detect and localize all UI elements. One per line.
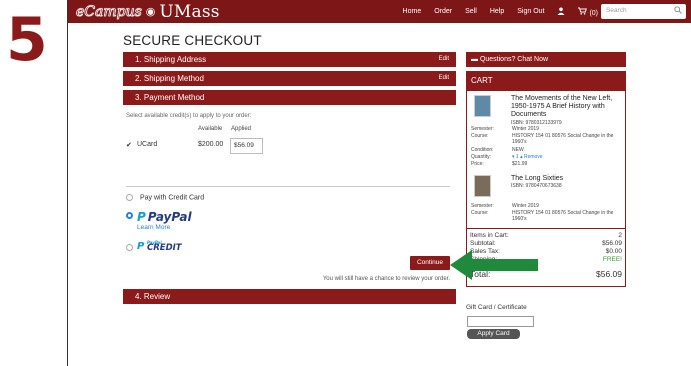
nav-help[interactable]: Help <box>490 8 504 15</box>
search-input[interactable]: Search <box>601 4 686 19</box>
chat-icon: ▬ <box>471 56 478 63</box>
col-available-header: Available <box>198 126 223 132</box>
gift-card-label: Gift Card / Certificate <box>466 304 527 311</box>
book-title[interactable]: The Long Sixties <box>511 175 623 183</box>
user-icon[interactable] <box>557 7 565 17</box>
search-placeholder: Search <box>606 7 627 14</box>
nav-menu: Home Order Sell Help Sign Out (0) <box>403 0 598 23</box>
section-divider <box>126 186 450 187</box>
step-label: 4. Review <box>135 292 171 301</box>
apply-card-button[interactable]: Apply Card <box>467 329 520 339</box>
page-title: SECURE CHECKOUT <box>123 33 262 48</box>
cart-count: (0) <box>589 9 598 17</box>
chat-banner[interactable]: ▬ Questions? Chat Now <box>466 52 626 67</box>
credit-card-label: Pay with Credit Card <box>139 194 205 202</box>
step-shipping-method[interactable]: 2. Shipping Method Edit <box>123 71 456 86</box>
step-label: 3. Payment Method <box>135 93 205 102</box>
paypal-p-icon: P <box>137 210 146 224</box>
paypal-wordmark: PayPal <box>147 210 192 224</box>
step-label: 2. Shipping Method <box>135 74 204 83</box>
book-title[interactable]: The Movements of the New Left, 1950-1975… <box>511 95 623 119</box>
search-icon[interactable] <box>674 6 682 16</box>
annotation-arrow-icon <box>450 250 538 280</box>
step-label: 1. Shipping Address <box>135 55 207 64</box>
book-cover-image <box>474 175 491 197</box>
cart-title: CART <box>471 76 493 85</box>
option-credit-card[interactable]: Pay with Credit Card <box>126 194 204 201</box>
brand-separator: ◉ <box>145 6 156 18</box>
paypal-credit-radio[interactable] <box>126 244 133 251</box>
cart-header: CART <box>466 71 626 91</box>
credit-applied-input[interactable]: $56.09 <box>230 138 263 154</box>
cart-icon <box>578 7 588 15</box>
continue-button[interactable]: Continue <box>410 256 450 270</box>
cart-link[interactable]: (0) <box>578 7 598 17</box>
step-shipping-address[interactable]: 1. Shipping Address Edit <box>123 52 456 67</box>
nav-order[interactable]: Order <box>434 8 452 15</box>
edit-shipping-address-link[interactable]: Edit <box>439 52 449 67</box>
book-cover-image <box>474 95 491 117</box>
ucard-checkbox[interactable]: ✔ <box>126 141 132 149</box>
credit-intro-text: Select available credit(s) to apply to y… <box>126 113 252 119</box>
gift-card-input[interactable] <box>467 316 534 327</box>
col-applied-header: Applied <box>231 126 252 132</box>
brand-logo[interactable]: eCampus ◉ UMass <box>76 2 220 22</box>
review-note: You will still have a chance to review y… <box>322 276 450 282</box>
book-isbn: ISBN: 9780470673638 <box>511 183 562 189</box>
top-navbar: eCampus ◉ UMass Home Order Sell Help Sig… <box>68 0 691 23</box>
paypal-credit-p-icon: P <box>137 241 145 252</box>
edit-shipping-method-link[interactable]: Edit <box>439 71 449 86</box>
quantity-stepper[interactable]: ▾ 1 ▴ Remove <box>512 154 622 160</box>
step-number-annotation: 5 <box>6 5 48 75</box>
credit-available: $200.00 <box>198 141 224 148</box>
paypal-logo[interactable]: P PayPal <box>137 210 192 224</box>
brand-umass: UMass <box>159 1 220 22</box>
credit-name: UCard <box>137 141 158 148</box>
chat-label: Questions? Chat Now <box>479 56 549 63</box>
nav-home[interactable]: Home <box>403 8 422 15</box>
learn-more-link[interactable]: Learn More <box>137 224 170 231</box>
paypal-credit-big: CREDIT <box>147 243 182 253</box>
brand-ecampus: eCampus <box>76 3 142 20</box>
nav-sell[interactable]: Sell <box>465 8 477 15</box>
step-review: 4. Review <box>123 289 456 304</box>
step-payment-method: 3. Payment Method <box>123 90 456 105</box>
annotation-rule <box>67 0 68 366</box>
nav-sign-out[interactable]: Sign Out <box>517 8 544 15</box>
credit-card-radio[interactable] <box>126 194 133 201</box>
paypal-radio[interactable] <box>126 212 133 219</box>
credit-row-ucard: ✔ UCard $200.00 $56.09 <box>126 138 266 154</box>
